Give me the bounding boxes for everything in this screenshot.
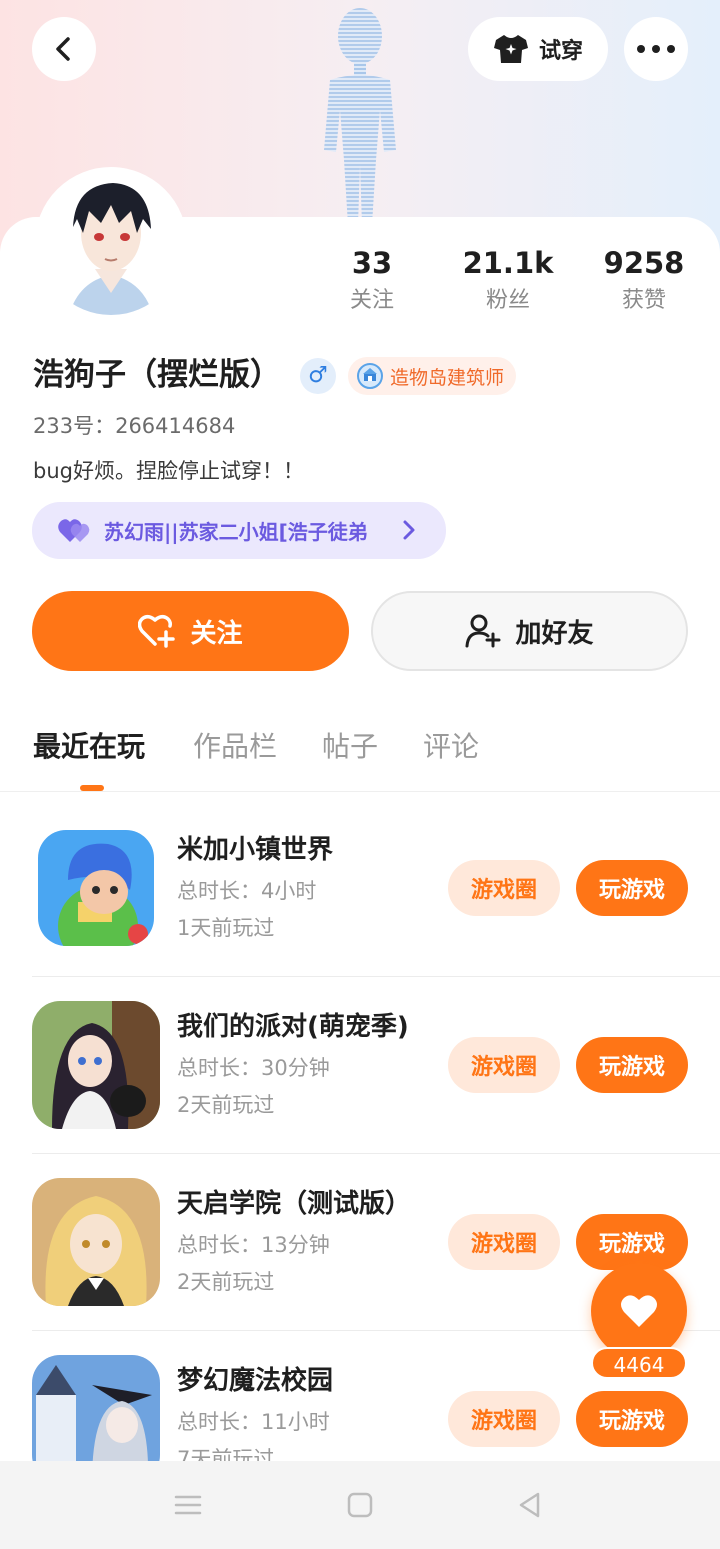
add-friend-label: 加好友 [515,618,594,649]
like-count: 4464 [591,1347,687,1379]
chevron-right-icon [403,520,415,540]
stat-value: 33 [351,246,393,280]
heart-icon [621,1295,657,1327]
game-icon[interactable] [38,830,154,946]
game-last-played: 1天前玩过 [177,916,275,940]
gender-symbol: ♂ [308,363,328,388]
title-badge[interactable]: 造物岛建筑师 [348,357,517,395]
avatar-3d-figure [324,8,396,225]
game-icon-art [32,1178,160,1306]
avatar-image [39,171,183,315]
system-nav-bar [0,1461,720,1549]
avatar[interactable] [35,167,187,319]
game-circle-button[interactable]: 游戏圈 [448,1391,560,1447]
tab-comments[interactable]: 评论 [423,725,479,769]
follow-label: 关注 [190,618,243,649]
play-game-button[interactable]: 玩游戏 [576,1037,688,1093]
island-builder-icon [357,363,383,389]
game-icon[interactable] [32,1001,160,1129]
chevron-left-icon [56,37,70,61]
menu-icon[interactable] [170,1487,206,1523]
title-badge-label: 造物岛建筑师 [390,366,505,389]
game-circle-button[interactable]: 游戏圈 [448,1214,560,1270]
game-list-item[interactable]: 我们的派对(萌宠季) 总时长：30分钟 2天前玩过 游戏圈 玩游戏 [0,977,720,1154]
game-last-played: 2天前玩过 [177,1093,275,1117]
game-circle-button[interactable]: 游戏圈 [448,860,560,916]
more-options-button[interactable] [624,17,688,81]
game-icon-art [38,830,154,946]
add-friend-button[interactable]: 加好友 [371,591,688,671]
game-icon-art [32,1001,160,1129]
stat-value: 21.1k [462,246,554,280]
like-button[interactable] [591,1263,687,1359]
game-duration: 总时长：11小时 [177,1410,330,1434]
tab-recently-played[interactable]: 最近在玩 [33,725,145,769]
stat-following[interactable]: 33 关注 [312,243,432,319]
relationship-text: 苏幻雨||苏家二小姐[浩子徒弟 [104,520,368,544]
game-name: 梦幻魔法校园 [177,1366,334,1396]
stat-value: 9258 [603,246,685,280]
game-duration: 总时长：4小时 [177,879,317,903]
stat-followers[interactable]: 21.1k 粉丝 [448,243,568,319]
game-duration: 总时长：30分钟 [177,1056,330,1080]
tab-divider [0,791,720,792]
home-icon[interactable] [342,1487,378,1523]
game-last-played: 2天前玩过 [177,1270,275,1294]
game-list-item[interactable]: 米加小镇世界 总时长：4小时 1天前玩过 游戏圈 玩游戏 [0,800,720,977]
play-game-button[interactable]: 玩游戏 [576,860,688,916]
stat-label: 粉丝 [485,288,530,313]
stat-label: 关注 [349,288,394,313]
double-heart-icon [58,518,90,542]
user-bio: bug好烦。捏脸停止试穿！！ [33,459,304,483]
back-button[interactable] [32,17,96,81]
relationship-banner[interactable]: 苏幻雨||苏家二小姐[浩子徒弟 [32,502,446,559]
try-on-label: 试穿 [538,39,583,64]
tab-works[interactable]: 作品栏 [193,725,277,769]
gender-male-icon: ♂ [300,358,336,394]
tab-posts[interactable]: 帖子 [322,725,378,769]
user-id: 233号：266414684 [33,414,236,438]
game-icon[interactable] [32,1178,160,1306]
game-name: 米加小镇世界 [177,835,334,865]
add-user-icon [465,614,501,648]
play-game-button[interactable]: 玩游戏 [576,1214,688,1270]
heart-plus-icon [138,615,176,648]
stat-likes[interactable]: 9258 获赞 [584,243,704,319]
game-duration: 总时长：13分钟 [177,1233,330,1257]
stat-label: 获赞 [621,288,666,313]
profile-tabs: 最近在玩 作品栏 帖子 评论 [0,725,720,791]
more-dots-icon [637,45,675,53]
game-name: 天启学院（测试版） [177,1189,412,1219]
try-on-button[interactable]: 试穿 [468,17,608,81]
play-game-button[interactable]: 玩游戏 [576,1391,688,1447]
game-name: 我们的派对(萌宠季) [177,1012,409,1042]
profile-name: 浩狗子（摆烂版） [33,357,281,393]
back-nav-icon[interactable] [512,1487,548,1523]
tshirt-icon [493,35,528,63]
follow-button[interactable]: 关注 [32,591,349,671]
profile-stats: 33 关注 21.1k 粉丝 9258 获赞 [312,243,712,323]
game-circle-button[interactable]: 游戏圈 [448,1037,560,1093]
